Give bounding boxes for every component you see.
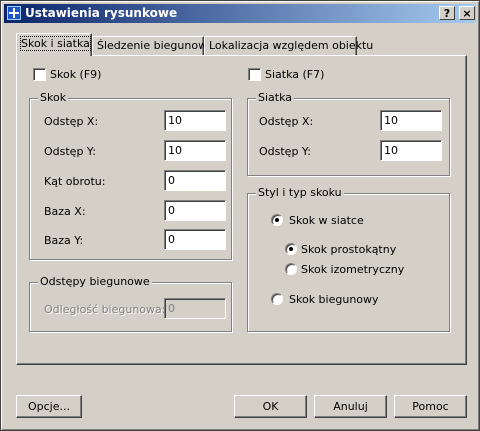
tab-label: Lokalizacja względem obiektu [209, 39, 374, 52]
snap-y-spacing-input[interactable]: 10 [164, 140, 226, 161]
help-title-button[interactable]: ? [439, 6, 455, 20]
grid-checkbox[interactable] [248, 68, 261, 81]
cancel-button[interactable]: Anuluj [314, 395, 387, 418]
isometric-snap-radio[interactable] [285, 263, 297, 275]
tab-polar-tracking[interactable]: Śledzenie biegunowe [92, 36, 214, 56]
base-x-label: Baza X: [44, 205, 86, 218]
dialog-title: Ustawienia rysunkowe [25, 6, 178, 20]
snap-checkbox-label: Skok (F9) [50, 68, 102, 81]
snap-style-group-title: Styl i typ skoku [256, 186, 344, 199]
rotation-angle-input[interactable]: 0 [164, 170, 226, 191]
rotation-angle-label: Kąt obrotu: [44, 175, 106, 188]
snap-group-title: Skok [38, 91, 69, 104]
app-icon [7, 6, 21, 20]
grid-x-spacing-input[interactable]: 10 [380, 110, 442, 131]
help-button[interactable]: Pomoc [394, 395, 467, 418]
polar-distance-label: Odległość biegunowa: [44, 303, 166, 316]
grid-checkbox-label: Siatka (F7) [265, 68, 325, 81]
grid-y-spacing-input[interactable]: 10 [380, 140, 442, 161]
title-bar[interactable]: Ustawienia rysunkowe ? × [4, 4, 476, 23]
grid-group-title: Siatka [256, 91, 295, 104]
grid-snap-label: Skok w siatce [289, 214, 364, 227]
tab-object-snap[interactable]: Lokalizacja względem obiektu [204, 36, 373, 56]
tab-panel: Skok (F9) Siatka (F7) Skok Odstęp X: 10 … [16, 55, 467, 365]
grid-group: Siatka Odstęp X: 10 Odstęp Y: 10 [247, 91, 450, 176]
snap-style-group: Styl i typ skoku Skok w siatce Skok pros… [247, 186, 450, 332]
base-y-label: Baza Y: [44, 234, 84, 247]
tab-snap-and-grid[interactable]: Skok i siatka [16, 33, 92, 56]
grid-snap-radio[interactable] [271, 214, 283, 226]
options-button[interactable]: Opcje... [16, 395, 82, 418]
polar-snap-radio[interactable] [271, 293, 283, 305]
polar-spacing-group-title: Odstępy biegunowe [38, 275, 152, 288]
rectangular-snap-radio[interactable] [285, 243, 297, 255]
polar-snap-label: Skok biegunowy [289, 293, 379, 306]
snap-y-label: Odstęp Y: [44, 145, 96, 158]
grid-x-label: Odstęp X: [259, 115, 314, 128]
close-button[interactable]: × [459, 6, 475, 20]
polar-distance-input[interactable]: 0 [164, 298, 226, 319]
snap-checkbox[interactable] [33, 68, 46, 81]
ok-button[interactable]: OK [234, 395, 307, 418]
dialog-window: Ustawienia rysunkowe ? × Skok i siatka Ś… [0, 0, 480, 431]
snap-x-label: Odstęp X: [44, 115, 99, 128]
snap-group: Skok Odstęp X: 10 Odstęp Y: 10 Kąt obrot… [29, 91, 232, 260]
isometric-snap-label: Skok izometryczny [301, 263, 405, 276]
tab-label: Śledzenie biegunowe [97, 39, 214, 52]
tab-label: Skok i siatka [20, 36, 91, 51]
polar-spacing-group: Odstępy biegunowe Odległość biegunowa: 0 [29, 275, 232, 332]
snap-x-spacing-input[interactable]: 10 [164, 110, 226, 131]
base-x-input[interactable]: 0 [164, 200, 226, 221]
rectangular-snap-label: Skok prostokątny [301, 243, 397, 256]
grid-y-label: Odstęp Y: [259, 145, 311, 158]
base-y-input[interactable]: 0 [164, 229, 226, 250]
